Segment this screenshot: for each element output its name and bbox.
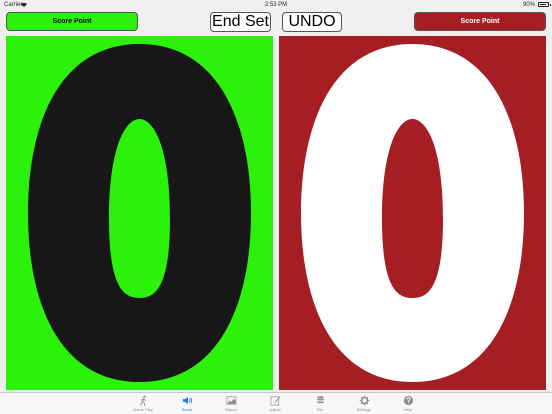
tab-report[interactable]: Report [209,395,253,414]
help-icon [403,395,413,406]
tab-label: File [316,407,324,412]
tab-label: Adjust [269,407,281,412]
right-team-score-panel[interactable]: 0 [279,36,546,390]
status-bar: Carrier 2:53 PM 90% [0,0,552,10]
left-team-score-panel[interactable]: 0 [6,36,273,390]
left-score-point-button[interactable]: Score Point [6,12,138,31]
tab-label: Help [403,407,413,412]
battery-percent: 90% [522,2,535,8]
tab-label: Game Play [133,407,153,412]
tab-score[interactable]: Score [165,395,209,414]
chart-icon [226,396,236,405]
right-score-digit [301,44,524,382]
end-set-button[interactable]: End Set [210,12,271,32]
clock: 2:53 PM [264,2,288,8]
right-score-point-button[interactable]: Score Point [414,12,546,31]
battery-icon [538,2,551,7]
tab-help[interactable]: Help [386,395,430,414]
tab-settings[interactable]: Settings [342,395,386,414]
tab-label: Report [224,407,237,412]
database-icon [316,396,324,404]
runner-icon [139,395,146,406]
tab-label: Settings [356,407,372,412]
tab-adjust[interactable]: Adjust [253,395,297,414]
tab-label: Score [181,407,193,412]
left-score-digit [28,44,251,382]
edit-icon [270,396,280,406]
battery-fill [540,4,546,5]
undo-button[interactable]: UNDO [282,12,342,32]
tab-game-play[interactable]: Game Play [121,395,165,414]
gear-icon [359,395,369,406]
tab-bar: Game Play Score Report Adjust File Setti… [0,392,552,414]
speaker-icon [182,396,192,405]
tab-file[interactable]: File [298,395,342,414]
